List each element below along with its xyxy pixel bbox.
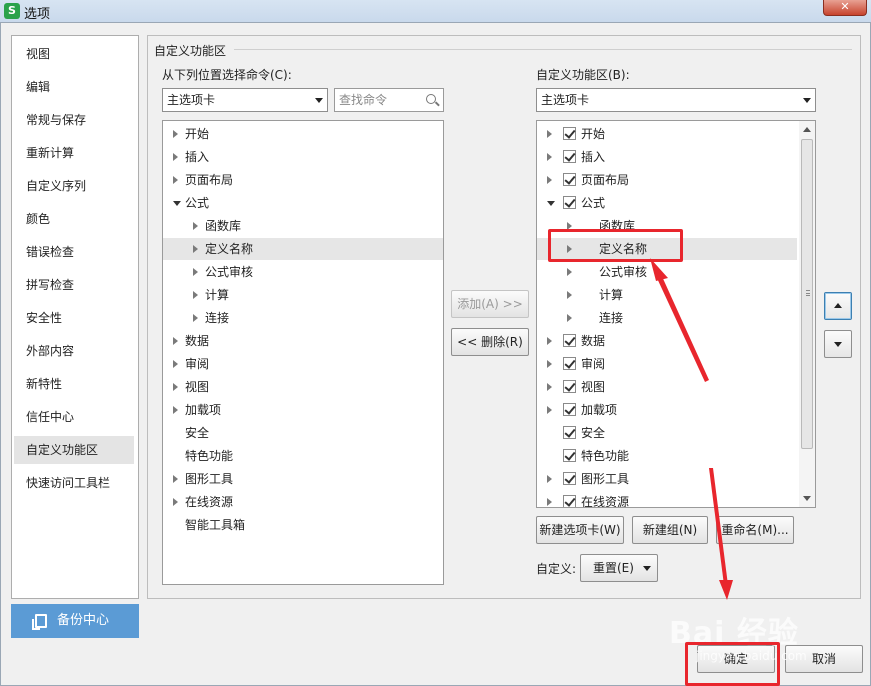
annotation-arrows <box>650 258 733 600</box>
arrow-to-ok-button <box>709 468 728 585</box>
arrow-head-ok-button <box>719 580 733 600</box>
arrow-to-define-name <box>652 262 709 382</box>
arrow-head-define-name <box>650 258 668 281</box>
